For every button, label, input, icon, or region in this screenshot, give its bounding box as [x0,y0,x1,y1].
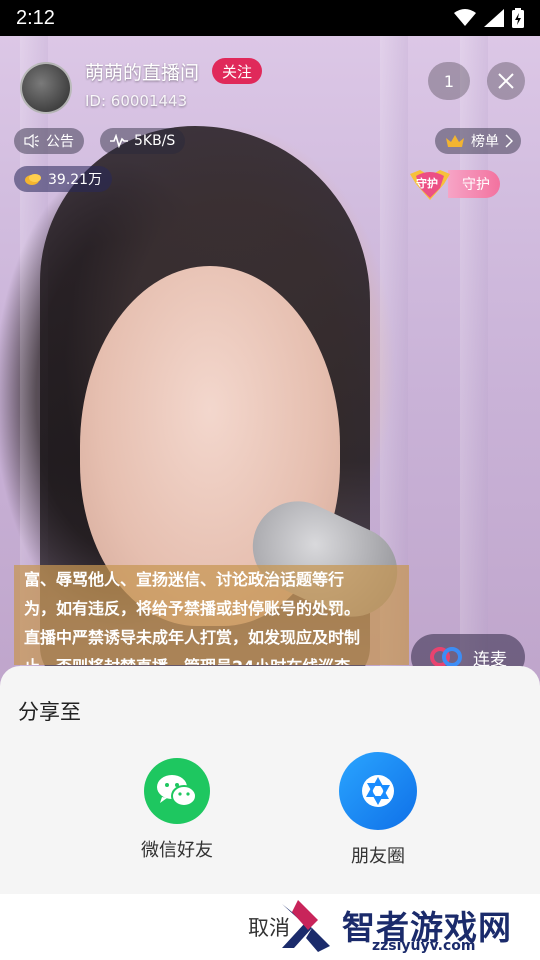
notice-label: 公告 [46,134,74,150]
speaker-icon [24,134,39,148]
coin-icon [25,174,41,185]
share-wechat-friend[interactable]: 微信好友 [122,758,232,862]
announcement-text: 富、辱骂他人、宣扬迷信、讨论政治话题等行 为，如有违反，将给予禁播或封停账号的处… [14,565,409,665]
speed-label: 5KB/S [134,133,176,149]
crown-icon [446,135,464,147]
watermark-logo [282,900,330,952]
host-name: 萌萌的直播间 [85,62,200,84]
status-time: 2:12 [16,6,55,29]
watermark-sub-text: zzsiyuyv.com [372,938,476,954]
status-icons [454,8,524,28]
announcement-line: 止，否则将封禁直播。管理员24小时在线巡查。 [24,652,399,665]
signal-icon [484,9,504,27]
guard-label: 守护 [448,170,500,198]
host-id: ID: 60001443 [85,92,188,110]
pulse-icon [110,134,128,148]
battery-icon [512,8,524,28]
chevron-right-icon [505,134,513,148]
guard-button[interactable]: 守护 守护 [406,166,500,202]
share-moments[interactable]: 朋友圈 [323,752,433,868]
rank-button[interactable]: 榜单 [435,128,521,154]
wifi-icon [454,9,476,26]
announcement-line: 直播中严禁诱导未成年人打赏，如发现应及时制 [24,628,361,647]
guard-badge-text: 守护 [416,177,438,190]
follow-button[interactable]: 关注 [212,58,263,84]
close-icon [498,73,514,89]
status-bar: 2:12 [0,0,540,36]
viewer-count[interactable]: 1 [428,62,470,100]
announcement-line: 为，如有违反，将给予禁播或封停账号的处罚。 [24,599,361,618]
share-title: 分享至 [18,700,81,724]
wechat-icon [144,758,210,824]
close-button[interactable] [487,62,525,100]
host-avatar[interactable] [20,62,72,114]
announcement-line: 富、辱骂他人、宣扬迷信、讨论政治话题等行 [24,570,345,589]
coin-balance[interactable]: 39.21万 [14,166,113,192]
share-sheet: 分享至 微信好友 朋友圈 [0,666,540,894]
share-wechat-label: 微信好友 [141,840,213,861]
moments-icon [339,752,417,830]
coin-amount: 39.21万 [48,172,103,188]
notice-button[interactable]: 公告 [14,128,84,154]
rank-label: 榜单 [471,134,499,150]
network-speed: 5KB/S [100,128,186,154]
watermark: 智者游戏网 zzsiyuyv.com [278,890,512,960]
guard-badge-icon: 守护 [406,166,454,202]
share-moments-label: 朋友圈 [351,846,405,867]
